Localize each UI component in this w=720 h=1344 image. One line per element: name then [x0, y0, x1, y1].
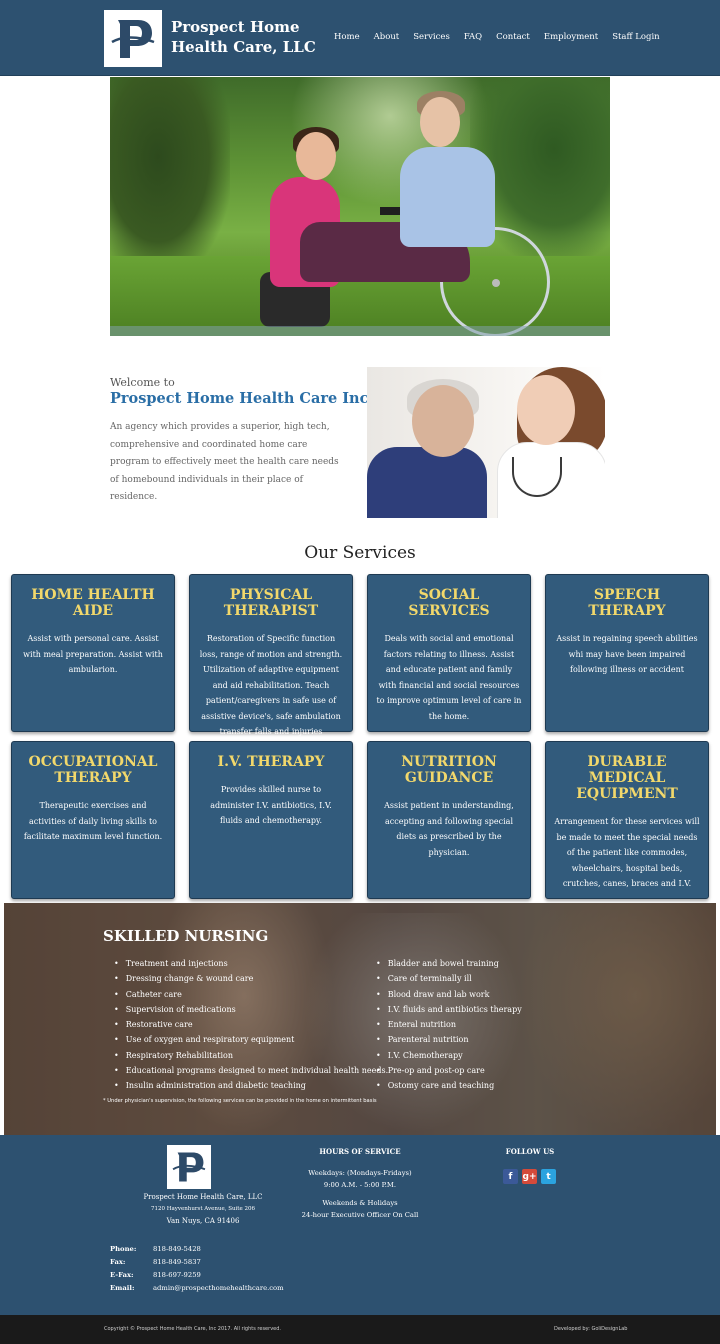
site-footer: Prospect Home Health Care, LLC 7120 Hayv…: [0, 1135, 720, 1315]
list-item: Ostomy care and teaching: [376, 1078, 522, 1093]
hours-weekends: Weekends & Holidays: [322, 1199, 398, 1207]
service-card-physical-therapist[interactable]: PHYSICAL THERAPIST Restoration of Specif…: [189, 574, 353, 736]
list-item: Bladder and bowel training: [376, 956, 522, 971]
google-plus-icon[interactable]: g+: [522, 1169, 537, 1184]
service-card-title: DURABLE MEDICAL EQUIPMENT: [576, 754, 678, 802]
nav-faq[interactable]: FAQ: [464, 32, 482, 42]
welcome-text: An agency which provides a superior, hig…: [110, 422, 339, 502]
main-nav: Home About Services FAQ Contact Employme…: [334, 32, 674, 42]
copyright: Copyright © Prospect Home Health Care, I…: [104, 1326, 281, 1332]
service-card-title: SOCIAL SERVICES: [408, 587, 490, 619]
logo-p-icon: [172, 1152, 206, 1182]
contact-label: E-Fax:: [110, 1271, 134, 1279]
service-card-title: HOME HEALTH AIDE: [31, 587, 155, 619]
contact-fax: Fax: 818-849-5837: [110, 1256, 284, 1269]
service-card-speech-therapy[interactable]: SPEECH THERAPY Assist in regaining speec…: [545, 574, 709, 732]
nav-services[interactable]: Services: [413, 32, 450, 42]
list-item: Care of terminally ill: [376, 971, 522, 986]
skilled-nursing-section: SKILLED NURSING Treatment and injections…: [4, 903, 716, 1135]
list-item: Treatment and injections: [114, 956, 388, 971]
service-card-nutrition-guidance[interactable]: NUTRITION GUIDANCE Assist patient in und…: [367, 741, 531, 899]
list-item: Respiratory Rehabilitation: [114, 1048, 388, 1063]
list-item: Use of oxygen and respiratory equipment: [114, 1032, 388, 1047]
brand-name[interactable]: Prospect Home Health Care, LLC: [171, 17, 316, 57]
contact-value[interactable]: 818-849-5428: [153, 1243, 201, 1256]
skilled-list-right: Bladder and bowel training Care of termi…: [376, 956, 522, 1094]
nav-employment[interactable]: Employment: [544, 32, 598, 42]
service-card-text: Provides skilled nurse to administer I.V…: [210, 785, 332, 825]
facebook-icon[interactable]: f: [503, 1169, 518, 1184]
welcome-image: [367, 367, 605, 518]
list-item: Supervision of medications: [114, 1002, 388, 1017]
twitter-icon[interactable]: t: [541, 1169, 556, 1184]
service-card-text: Assist with personal care. Assist with m…: [23, 634, 163, 674]
skilled-list-left: Treatment and injections Dressing change…: [114, 956, 388, 1094]
brand-line-1: Prospect Home: [171, 18, 300, 36]
logo-p-icon: [111, 19, 155, 58]
welcome-title: Prospect Home Health Care Inc.: [110, 390, 374, 407]
service-card-text: Deals with social and emotional factors …: [376, 634, 522, 721]
list-item: Blood draw and lab work: [376, 987, 522, 1002]
list-item: Dressing change & wound care: [114, 971, 388, 986]
skilled-nursing-title: SKILLED NURSING: [103, 927, 269, 945]
bottom-bar: Copyright © Prospect Home Health Care, I…: [0, 1315, 720, 1344]
service-card-text: Assist in regaining speech abilities whi…: [556, 634, 698, 674]
footer-address-line-2: Van Nuys, CA 91406: [166, 1217, 240, 1225]
footer-contact: Phone: 818-849-5428 Fax: 818-849-5837 E-…: [110, 1243, 284, 1295]
list-item: Restorative care: [114, 1017, 388, 1032]
service-card-social-services[interactable]: SOCIAL SERVICES Deals with social and em…: [367, 574, 531, 732]
list-item: Parenteral nutrition: [376, 1032, 522, 1047]
service-card-text: Restoration of Specific function loss, r…: [199, 634, 343, 736]
skilled-note: * Under physician's supervision, the fol…: [103, 1098, 377, 1104]
brand-line-2: Health Care, LLC: [171, 38, 316, 56]
follow-heading: FOLLOW US: [505, 1147, 555, 1156]
contact-value[interactable]: admin@prospecthomehealthcare.com: [153, 1282, 284, 1295]
service-card-title: PHYSICAL THERAPIST: [223, 587, 319, 619]
service-card-durable-medical-equipment[interactable]: DURABLE MEDICAL EQUIPMENT Arrangement fo…: [545, 741, 709, 899]
contact-label: Phone:: [110, 1245, 137, 1253]
list-item: Enteral nutrition: [376, 1017, 522, 1032]
contact-value: 818-697-9259: [153, 1271, 201, 1279]
social-links: f g+ t: [503, 1169, 556, 1184]
services-heading: Our Services: [304, 543, 416, 563]
list-item: I.V. fluids and antibiotics therapy: [376, 1002, 522, 1017]
list-item: Educational programs designed to meet in…: [114, 1063, 388, 1078]
service-card-title: I.V. THERAPY: [217, 754, 325, 770]
service-card-text: Assist patient in understanding, accepti…: [384, 801, 514, 857]
footer-address-line-1: 7120 Hayvenhurst Avenue, Suite 206: [150, 1206, 256, 1212]
list-item: Pre-op and post-op care: [376, 1063, 522, 1078]
hours-on-call: 24-hour Executive Officer On Call: [301, 1211, 419, 1219]
hero-image: [110, 77, 610, 336]
nav-home[interactable]: Home: [334, 32, 360, 42]
nav-contact[interactable]: Contact: [496, 32, 530, 42]
service-card-title: OCCUPATIONAL THERAPY: [28, 754, 158, 786]
contact-label: Fax:: [110, 1258, 126, 1266]
list-item: Insulin administration and diabetic teac…: [114, 1078, 388, 1093]
service-card-iv-therapy[interactable]: I.V. THERAPY Provides skilled nurse to a…: [189, 741, 353, 899]
welcome-label: Welcome to: [110, 376, 175, 389]
nav-staff-login[interactable]: Staff Login: [612, 32, 659, 42]
list-item: Catheter care: [114, 987, 388, 1002]
service-card-title: SPEECH THERAPY: [588, 587, 666, 619]
hours-weekdays: Weekdays: (Mondays-Fridays): [308, 1169, 412, 1177]
hours-time: 9:00 A.M. - 5:00 P.M.: [323, 1181, 397, 1189]
developer-credit[interactable]: Developed by: GoliDesignLab: [554, 1326, 627, 1332]
service-card-text: Arrangement for these services will be m…: [554, 817, 700, 888]
contact-label: Email:: [110, 1284, 135, 1292]
service-card-title: NUTRITION GUIDANCE: [401, 754, 497, 786]
contact-value: 818-849-5837: [153, 1258, 201, 1266]
service-card-text: Therapeutic exercises and activities of …: [23, 801, 163, 841]
nav-about[interactable]: About: [374, 32, 400, 42]
footer-logo[interactable]: [167, 1145, 211, 1189]
hours-heading: HOURS OF SERVICE: [319, 1147, 401, 1156]
contact-phone: Phone: 818-849-5428: [110, 1243, 284, 1256]
logo[interactable]: [104, 10, 162, 67]
contact-email: Email: admin@prospecthomehealthcare.com: [110, 1282, 284, 1295]
service-card-home-health-aide[interactable]: HOME HEALTH AIDE Assist with personal ca…: [11, 574, 175, 732]
service-card-occupational-therapy[interactable]: OCCUPATIONAL THERAPY Therapeutic exercis…: [11, 741, 175, 899]
site-header: Prospect Home Health Care, LLC Home Abou…: [0, 0, 720, 76]
footer-company: Prospect Home Health Care, LLC: [143, 1193, 263, 1201]
contact-efax: E-Fax: 818-697-9259: [110, 1269, 284, 1282]
list-item: I.V. Chemotherapy: [376, 1048, 522, 1063]
